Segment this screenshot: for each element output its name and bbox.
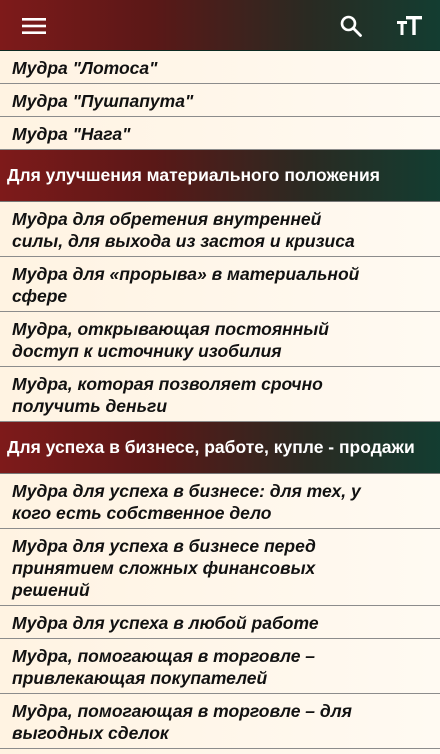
list-item-label: Мудра для «прорыва» в материальной сфере	[12, 264, 360, 306]
list-item[interactable]: Мудра, открывающая постоянный доступ к и…	[0, 312, 440, 367]
mudra-list: Мудра "Лотоса" Мудра "Пушпапута" Мудра "На…	[0, 51, 440, 754]
section-title: Для успеха в бизнесе, работе, купле - пр…	[7, 437, 415, 457]
list-item-label: Мудра для обретения внутренней силы, для…	[12, 209, 355, 251]
search-icon	[340, 15, 362, 37]
list-item[interactable]: Мудра "Нага"	[0, 117, 440, 150]
list-item[interactable]: Мудра, помогающая в торговле – привлекаю…	[0, 639, 440, 694]
list-item[interactable]: Мудра "Пушпапута"	[0, 84, 440, 117]
list-item[interactable]: Мудра для успеха в бизнесе перед приняти…	[0, 529, 440, 606]
list-item[interactable]: Мудра, которая позволяет срочно получить…	[0, 367, 440, 422]
list-item-label: Мудра, открывающая постоянный доступ к и…	[12, 319, 329, 361]
section-header: Для успеха в бизнесе, работе, купле - пр…	[0, 422, 440, 474]
list-item[interactable]: Мудра "Лотоса"	[0, 51, 440, 84]
list-item-label: Мудра для успеха в любой работе	[12, 613, 319, 633]
list-item[interactable]: Мудра, помогающая в торговле – для выгод…	[0, 694, 440, 749]
list-item[interactable]: Мудра для обретения внутренней силы, для…	[0, 202, 440, 257]
hamburger-menu-icon	[22, 17, 46, 34]
list-item[interactable]: Мудра для «прорыва» в материальной сфере	[0, 257, 440, 312]
list-item-label: Мудра, которая позволяет срочно получить…	[12, 374, 323, 416]
list-item[interactable]: Мудра для успеха в любой работе	[0, 606, 440, 639]
section-header: Для улучшения материального положения	[0, 150, 440, 202]
list-item-label: Мудра, помогающая в торговле – привлекаю…	[12, 646, 316, 688]
list-item[interactable]: Мудра для успеха в бизнесе: для тех, у к…	[0, 474, 440, 529]
search-button[interactable]	[327, 0, 375, 51]
list-item-label: Мудра "Нага"	[12, 124, 131, 144]
list-item[interactable]: Мудра, помогающая в приобретении	[0, 749, 440, 754]
list-item-label: Мудра "Пушпапута"	[12, 91, 194, 111]
list-item-label: Мудра "Лотоса"	[12, 58, 158, 78]
list-item-label: Мудра для успеха в бизнесе перед приняти…	[12, 536, 316, 600]
text-size-button[interactable]	[386, 0, 434, 51]
list-item-label: Мудра для успеха в бизнесе: для тех, у к…	[12, 481, 361, 523]
app-bar	[0, 0, 440, 51]
text-size-icon	[397, 15, 422, 35]
menu-button[interactable]	[10, 0, 58, 51]
list-item-label: Мудра, помогающая в торговле – для выгод…	[12, 701, 352, 743]
section-title: Для улучшения материального положения	[7, 165, 380, 185]
